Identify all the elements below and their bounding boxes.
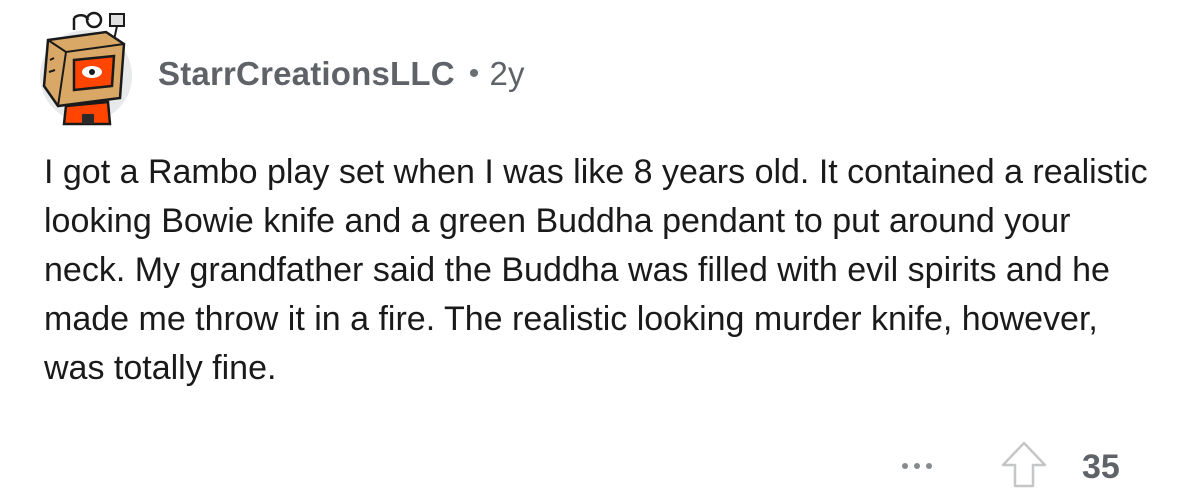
username-link[interactable]: StarrCreationsLLC (158, 55, 455, 93)
comment-card: StarrCreationsLLC • 2y I got a Rambo pla… (0, 0, 1179, 494)
vote-score: 35 (1082, 448, 1120, 486)
more-horizontal-icon-dot (902, 463, 908, 469)
upvote-button[interactable] (1000, 440, 1048, 490)
more-horizontal-icon-dot (914, 463, 920, 469)
more-options-button[interactable] (892, 446, 942, 486)
comment-actions: 35 (0, 438, 1179, 494)
comment-meta: StarrCreationsLLC • 2y (158, 55, 525, 93)
user-avatar[interactable] (34, 10, 138, 126)
more-horizontal-icon-dot (926, 463, 932, 469)
comment-body: I got a Rambo play set when I was like 8… (44, 153, 1148, 387)
snoo-box-robot-avatar-icon (40, 11, 132, 126)
comment-age: 2y (489, 55, 525, 92)
meta-separator: • (468, 57, 480, 90)
comment-header: StarrCreationsLLC • 2y (34, 10, 525, 126)
upvote-arrow-icon (1001, 441, 1047, 488)
